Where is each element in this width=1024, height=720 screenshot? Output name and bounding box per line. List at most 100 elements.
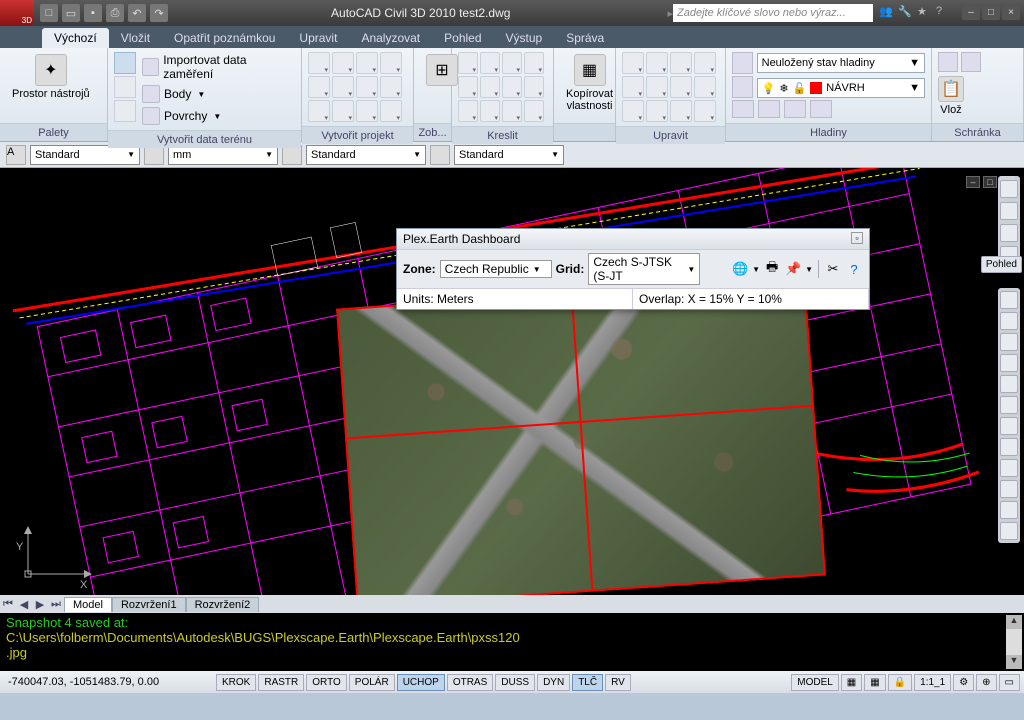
close-button[interactable]: × (1002, 6, 1020, 20)
tool-icon[interactable] (1000, 333, 1018, 351)
status-duss[interactable]: DUSS (495, 674, 535, 691)
layer-icon[interactable] (732, 100, 754, 118)
cut-icon[interactable] (938, 52, 958, 72)
project-icon[interactable] (380, 100, 402, 122)
tab-next-icon[interactable]: ▶ (32, 598, 48, 611)
pin-icon[interactable]: 📌 (784, 260, 802, 278)
tab-poznamka[interactable]: Opatřit poznámkou (162, 28, 287, 48)
tool-icon[interactable] (1000, 354, 1018, 372)
project-icon[interactable] (380, 76, 402, 98)
qat-open-icon[interactable]: ▭ (62, 4, 80, 22)
panel-label-hladiny[interactable]: Hladiny (726, 123, 931, 141)
project-icon[interactable] (332, 100, 354, 122)
minimize-button[interactable]: – (962, 6, 980, 20)
plexearth-titlebar[interactable]: Plex.Earth Dashboard▫ (397, 229, 869, 249)
survey-icon[interactable] (114, 52, 136, 74)
status-polar[interactable]: POLÁR (349, 674, 395, 691)
status-rv[interactable]: RV (605, 674, 631, 691)
modify-icon[interactable] (646, 76, 668, 98)
tab-last-icon[interactable]: ⏭ (48, 598, 64, 611)
layer-props-icon[interactable] (732, 52, 753, 74)
draw-icon[interactable] (524, 76, 544, 98)
tab-sprava[interactable]: Správa (554, 28, 616, 48)
draw-icon[interactable] (502, 76, 522, 98)
status-dyn[interactable]: DYN (537, 674, 570, 691)
layer-tool-icon[interactable] (732, 76, 753, 98)
project-icon[interactable] (308, 76, 330, 98)
project-icon[interactable] (332, 76, 354, 98)
steering-wheel-icon[interactable] (1000, 180, 1018, 198)
project-icon[interactable] (380, 52, 402, 74)
paste-button[interactable]: 📋Vlož (938, 76, 964, 116)
tab-vychozi[interactable]: Výchozí (42, 28, 109, 48)
tablestyle-combo[interactable]: Standard▼ (306, 145, 426, 165)
tab-first-icon[interactable]: ⏮ (0, 598, 16, 611)
panel-label-projekt[interactable]: Vytvořit projekt (302, 126, 413, 144)
view-label[interactable]: Pohled (981, 256, 1022, 273)
tab-layout2[interactable]: Rozvržení2 (186, 597, 260, 612)
tab-layout1[interactable]: Rozvržení1 (112, 597, 186, 612)
modify-icon[interactable] (622, 76, 644, 98)
circle-icon[interactable] (502, 52, 522, 74)
layer-icon[interactable] (784, 100, 806, 118)
status-otras[interactable]: OTRAS (447, 674, 493, 691)
draw-icon[interactable] (458, 100, 478, 122)
plexearth-dashboard[interactable]: Plex.Earth Dashboard▫ Zone: Czech Republ… (396, 228, 870, 310)
matchprop-button[interactable]: ▦Kopírovat vlastnosti (560, 52, 619, 114)
status-tool-icon[interactable]: ⚙ (953, 674, 974, 691)
draw-icon[interactable] (502, 100, 522, 122)
copy-clip-icon[interactable] (961, 52, 981, 72)
tool-icon[interactable] (1000, 417, 1018, 435)
layer-icon[interactable] (758, 100, 780, 118)
globe-icon[interactable]: 🌐 (731, 260, 749, 278)
arc-icon[interactable] (480, 52, 500, 74)
panel-label-upravit[interactable]: Upravit (616, 126, 725, 144)
tool-icon[interactable] (1000, 291, 1018, 309)
panel-label-zob[interactable]: Zob... (414, 123, 451, 141)
tab-vlozit[interactable]: Vložit (109, 28, 162, 48)
zoom-icon[interactable] (1000, 224, 1018, 242)
qat-new-icon[interactable]: □ (40, 4, 58, 22)
points-icon[interactable] (114, 76, 136, 98)
draw-icon[interactable] (524, 100, 544, 122)
maximize-button[interactable]: □ (982, 6, 1000, 20)
copy-icon[interactable] (646, 52, 668, 74)
tools-icon[interactable]: ✂ (824, 260, 842, 278)
draw-icon[interactable] (480, 76, 500, 98)
move-icon[interactable] (622, 52, 644, 74)
modify-icon[interactable] (670, 76, 692, 98)
tool-icon[interactable] (1000, 501, 1018, 519)
layer-state-combo[interactable]: Neuložený stav hladiny▼ (757, 53, 925, 73)
surface-icon[interactable] (114, 100, 136, 122)
draw-icon[interactable] (458, 76, 478, 98)
status-scale[interactable]: 1:1_1 (914, 674, 951, 691)
tool-icon[interactable] (1000, 312, 1018, 330)
qat-undo-icon[interactable]: ↶ (128, 4, 146, 22)
zone-combo[interactable]: Czech Republic▼ (440, 260, 552, 278)
project-icon[interactable] (332, 52, 354, 74)
infocenter-icon[interactable]: 👥 (879, 5, 895, 21)
app-menu-button[interactable] (0, 0, 34, 26)
status-uchop[interactable]: UCHOP (397, 674, 445, 691)
status-scale-lock-icon[interactable]: 🔒 (888, 674, 912, 691)
project-icon[interactable] (308, 100, 330, 122)
plexearth-close-icon[interactable]: ▫ (851, 232, 863, 244)
tab-analyzovat[interactable]: Analyzovat (349, 28, 432, 48)
tab-pohled[interactable]: Pohled (432, 28, 493, 48)
qat-redo-icon[interactable]: ↷ (150, 4, 168, 22)
mlstyle-icon[interactable] (430, 145, 450, 165)
status-model[interactable]: MODEL (791, 674, 839, 691)
tab-model[interactable]: Model (64, 597, 112, 612)
modify-icon[interactable] (646, 100, 668, 122)
grid-combo[interactable]: Czech S-JTSK (S-JT▼ (588, 253, 700, 285)
modify-icon[interactable] (694, 100, 716, 122)
status-orto[interactable]: ORTO (306, 674, 347, 691)
panel-label-kreslit[interactable]: Kreslit (452, 126, 553, 144)
panel-label-palety[interactable]: Palety (0, 123, 107, 141)
draw-icon[interactable] (480, 100, 500, 122)
status-krok[interactable]: KROK (216, 674, 256, 691)
import-survey-button[interactable]: Importovat data zaměření (140, 52, 295, 82)
rotate-icon[interactable] (670, 52, 692, 74)
project-icon[interactable] (356, 100, 378, 122)
command-line[interactable]: Snapshot 4 saved at: C:\Users\folberm\Do… (0, 613, 1024, 671)
